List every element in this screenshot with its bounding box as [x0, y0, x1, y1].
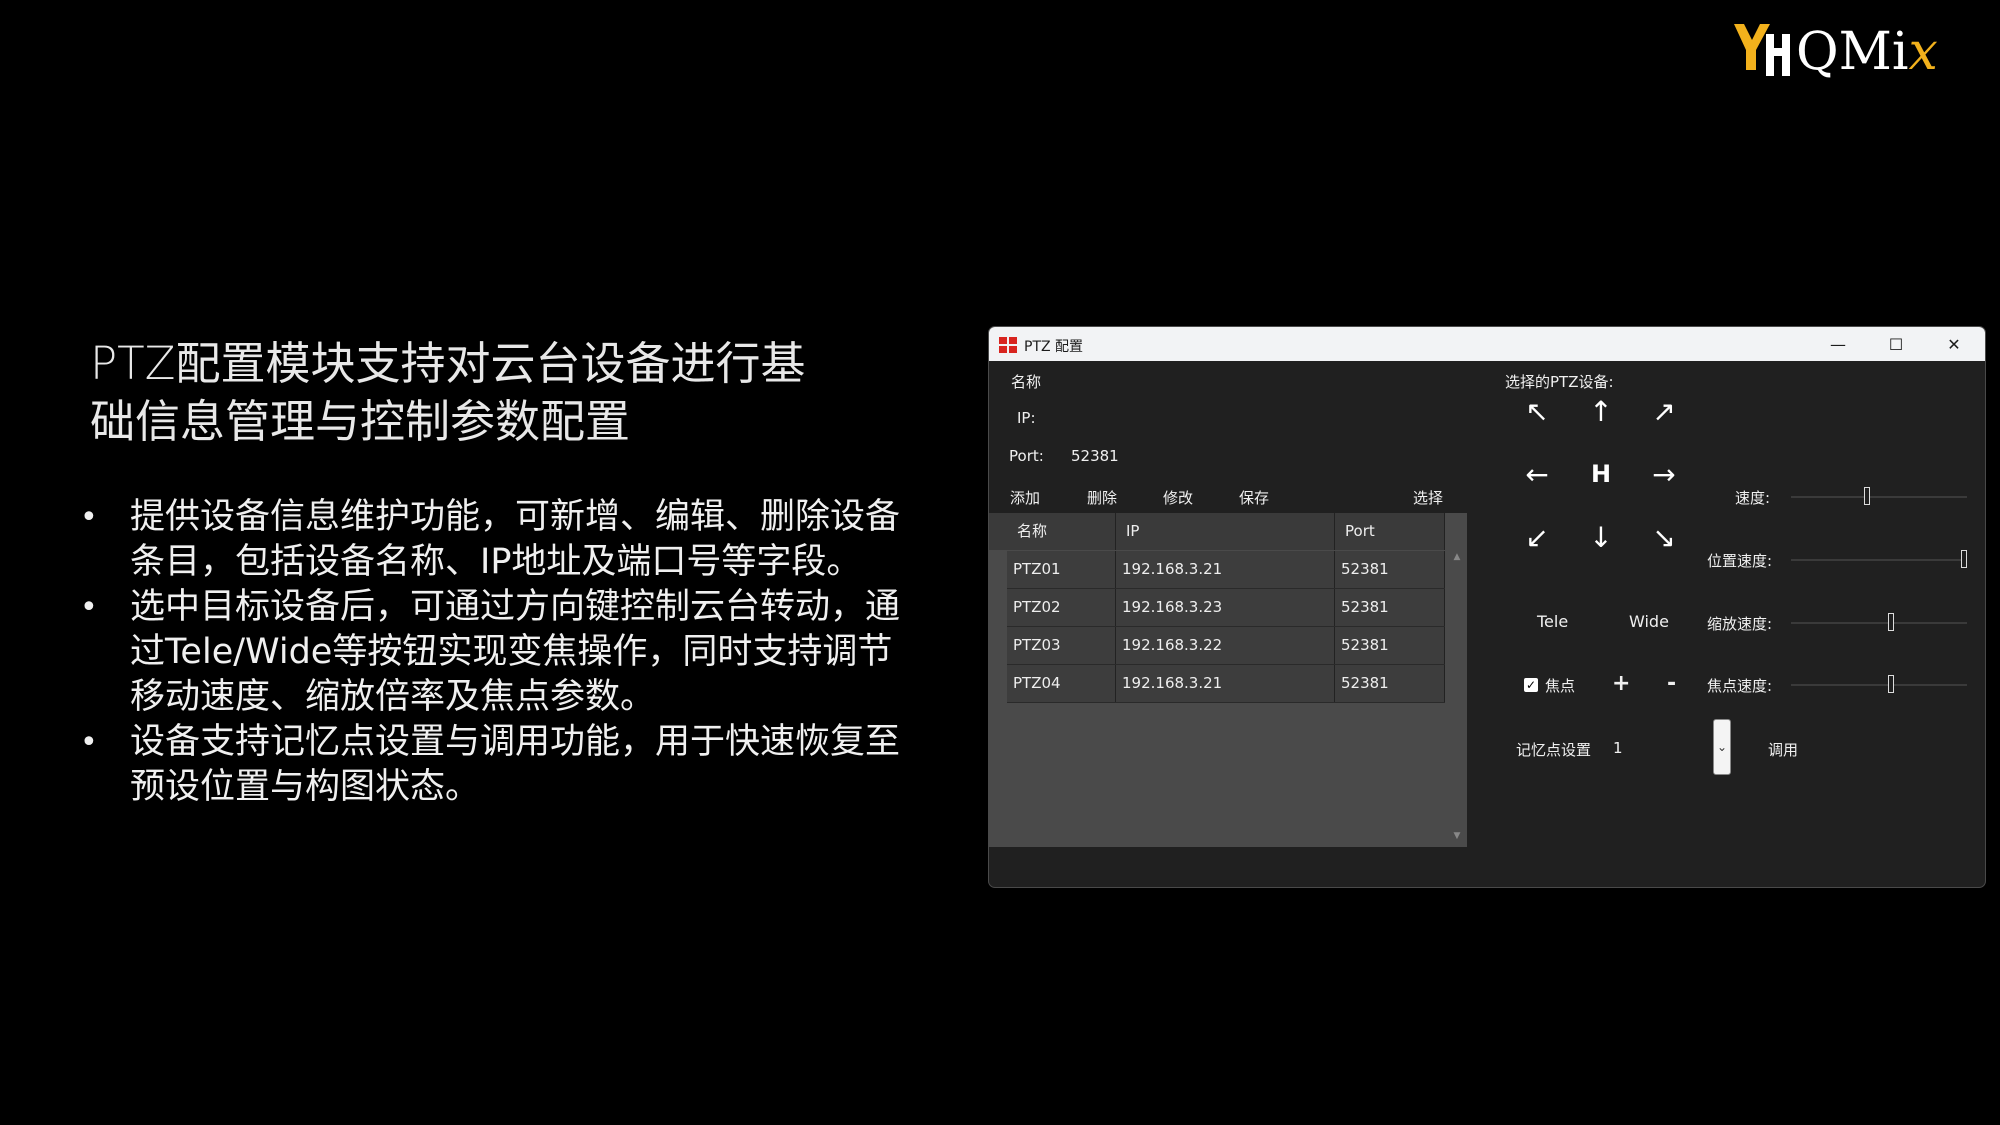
- table-row[interactable]: PTZ01 192.168.3.21 52381: [1007, 551, 1445, 589]
- slide-headline: PTZ配置模块支持对云台设备进行基础信息管理与控制参数配置: [90, 337, 806, 448]
- device-table: 名称 IP Port PTZ01 192.168.3.21 52381 PTZ0…: [989, 513, 1467, 847]
- bullet-item: 选中目标设备后，可通过方向键控制云台转动，通过Tele/Wide等按钮实现变焦操…: [80, 585, 920, 720]
- table-scrollbar[interactable]: ▲ ▼: [1447, 550, 1467, 847]
- column-header-name[interactable]: 名称: [1007, 513, 1116, 550]
- pan-up-right-button[interactable]: ↗: [1644, 391, 1684, 431]
- zoom-speed-label: 缩放速度:: [1707, 615, 1773, 633]
- slider-thumb[interactable]: [1888, 613, 1894, 631]
- pan-down-left-button[interactable]: ↙: [1517, 517, 1557, 557]
- window-title: PTZ 配置: [1024, 339, 1084, 355]
- cell-port: 52381: [1335, 627, 1445, 664]
- ptz-config-window: PTZ 配置 — ☐ ✕ 名称 IP: Port: 52381 添加 删除 修改…: [988, 326, 1986, 888]
- slider-thumb[interactable]: [1961, 550, 1967, 568]
- table-row[interactable]: PTZ04 192.168.3.21 52381: [1007, 665, 1445, 703]
- focus-speed-slider[interactable]: [1791, 675, 1967, 693]
- cell-port: 52381: [1335, 665, 1445, 702]
- slider-thumb[interactable]: [1888, 675, 1894, 693]
- position-speed-label: 位置速度:: [1707, 552, 1773, 570]
- memory-value[interactable]: 1: [1613, 739, 1623, 757]
- pan-down-right-button[interactable]: ↘: [1644, 517, 1684, 557]
- tele-button[interactable]: Tele: [1537, 612, 1568, 631]
- bullet-item: 提供设备信息维护功能，可新增、编辑、删除设备条目，包括设备名称、IP地址及端口号…: [80, 495, 920, 585]
- cell-name: PTZ04: [1007, 665, 1116, 702]
- table-row[interactable]: PTZ02 192.168.3.23 52381: [1007, 589, 1445, 627]
- pan-right-button[interactable]: →: [1644, 454, 1684, 494]
- zoom-speed-slider[interactable]: [1791, 613, 1967, 631]
- cell-ip: 192.168.3.23: [1116, 589, 1335, 626]
- recall-button[interactable]: 调用: [1768, 739, 1798, 760]
- pan-up-left-button[interactable]: ↖: [1517, 391, 1557, 431]
- bullet-item: 设备支持记忆点设置与调用功能，用于快速恢复至预设位置与构图状态。: [80, 720, 920, 810]
- selected-device-label: 选择的PTZ设备:: [1505, 373, 1614, 391]
- position-speed-slider[interactable]: [1791, 550, 1967, 568]
- ip-label: IP:: [1017, 409, 1036, 427]
- home-button[interactable]: H: [1581, 454, 1621, 494]
- add-button[interactable]: 添加: [1010, 487, 1040, 508]
- brand-text: QMix: [1796, 22, 1938, 82]
- speed-slider[interactable]: [1791, 487, 1967, 505]
- focus-plus-button[interactable]: +: [1612, 671, 1630, 696]
- memory-label: 记忆点设置: [1516, 741, 1592, 759]
- title-bar: PTZ 配置 — ☐ ✕: [989, 327, 1985, 361]
- scroll-up-icon[interactable]: ▲: [1451, 552, 1463, 566]
- focus-checkbox-label: 焦点: [1545, 677, 1576, 695]
- column-header-ip[interactable]: IP: [1116, 513, 1335, 550]
- app-icon: [999, 337, 1017, 353]
- cell-name: PTZ02: [1007, 589, 1116, 626]
- port-label: Port:: [1009, 447, 1044, 465]
- cell-ip: 192.168.3.21: [1116, 665, 1335, 702]
- table-row[interactable]: PTZ03 192.168.3.22 52381: [1007, 627, 1445, 665]
- select-button[interactable]: 选择: [1413, 487, 1443, 508]
- memory-dropdown[interactable]: ⌄: [1713, 719, 1731, 775]
- cell-name: PTZ01: [1007, 551, 1116, 588]
- table-header: 名称 IP Port: [989, 513, 1445, 550]
- pan-left-button[interactable]: ←: [1517, 454, 1557, 494]
- delete-button[interactable]: 删除: [1087, 487, 1117, 508]
- cell-port: 52381: [1335, 589, 1445, 626]
- pan-down-button[interactable]: ↓: [1581, 517, 1621, 557]
- focus-speed-label: 焦点速度:: [1707, 677, 1773, 695]
- maximize-button[interactable]: ☐: [1867, 327, 1925, 361]
- save-button[interactable]: 保存: [1239, 487, 1269, 508]
- minimize-button[interactable]: —: [1809, 327, 1867, 361]
- edit-button[interactable]: 修改: [1163, 487, 1193, 508]
- scroll-down-icon[interactable]: ▼: [1451, 831, 1463, 845]
- cell-name: PTZ03: [1007, 627, 1116, 664]
- close-button[interactable]: ✕: [1925, 327, 1983, 361]
- bullet-list: 提供设备信息维护功能，可新增、编辑、删除设备条目，包括设备名称、IP地址及端口号…: [80, 495, 920, 810]
- yh-logo-icon: [1734, 24, 1790, 76]
- cell-ip: 192.168.3.22: [1116, 627, 1335, 664]
- name-label: 名称: [1011, 373, 1042, 391]
- speed-label: 速度:: [1735, 489, 1771, 507]
- brand-logo: QMix: [1728, 18, 1968, 86]
- port-value[interactable]: 52381: [1071, 447, 1119, 465]
- cell-ip: 192.168.3.21: [1116, 551, 1335, 588]
- column-header-port[interactable]: Port: [1335, 513, 1445, 550]
- slider-thumb[interactable]: [1864, 487, 1870, 505]
- cell-port: 52381: [1335, 551, 1445, 588]
- brand-accent: x: [1908, 22, 1938, 82]
- focus-checkbox[interactable]: ✓: [1524, 678, 1538, 692]
- pan-up-button[interactable]: ↑: [1581, 391, 1621, 431]
- wide-button[interactable]: Wide: [1629, 612, 1669, 631]
- focus-minus-button[interactable]: -: [1667, 671, 1676, 696]
- chevron-down-icon: ⌄: [1716, 740, 1728, 754]
